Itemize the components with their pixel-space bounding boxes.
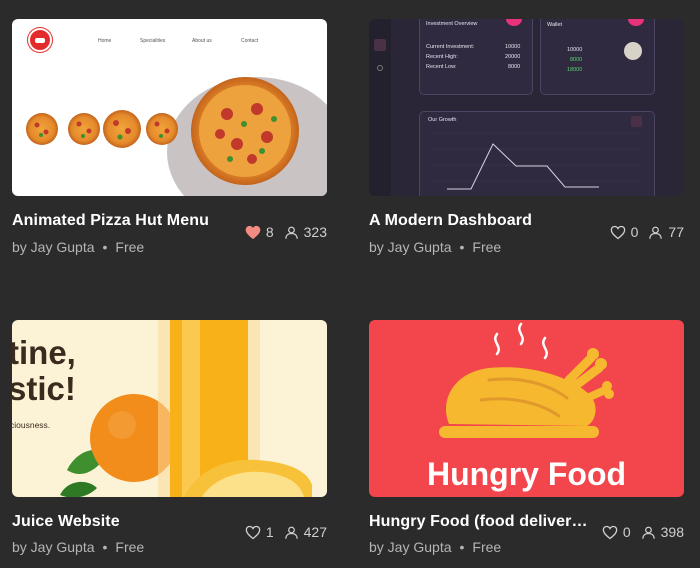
- project-title[interactable]: A Modern Dashboard: [369, 212, 532, 230]
- like-count: 8: [265, 224, 274, 240]
- view-count: 427: [303, 524, 327, 540]
- like-button[interactable]: 1: [245, 524, 274, 540]
- like-button[interactable]: 0: [602, 524, 631, 540]
- project-title[interactable]: Animated Pizza Hut Menu: [12, 212, 209, 230]
- pizza-illustration: [26, 77, 299, 185]
- project-price: Free: [115, 539, 145, 555]
- separator-dot: •: [102, 239, 108, 255]
- view-count: 77: [668, 224, 684, 240]
- project-card[interactable]: Home Specialities About us Contact Anima…: [12, 19, 327, 259]
- project-stats: 8 323: [235, 224, 327, 240]
- like-count: 0: [622, 524, 631, 540]
- project-stats: 1 427: [235, 524, 327, 540]
- project-author[interactable]: by Jay Gupta: [12, 539, 95, 555]
- views-stat: 77: [648, 224, 684, 240]
- like-button[interactable]: 0: [610, 224, 639, 240]
- project-meta: by Jay Gupta • Free: [12, 539, 144, 555]
- heart-icon: [245, 525, 261, 539]
- juice-illustration: [60, 320, 312, 497]
- heart-icon: [245, 225, 261, 239]
- project-meta: by Jay Gupta • Free: [369, 239, 501, 255]
- project-meta: by Jay Gupta • Free: [12, 239, 144, 255]
- like-count: 0: [630, 224, 639, 240]
- project-stats: 0 77: [600, 224, 684, 240]
- project-thumbnail[interactable]: tine, stic! ciousness.: [12, 320, 327, 497]
- project-price: Free: [472, 239, 502, 255]
- separator-dot: •: [459, 239, 465, 255]
- project-title[interactable]: Hungry Food (food deliver…: [369, 513, 588, 531]
- view-count: 398: [660, 524, 684, 540]
- small-pizza-icon: [68, 113, 100, 145]
- views-stat: 323: [284, 224, 327, 240]
- project-thumbnail[interactable]: Investment Overview Current Investment: …: [369, 19, 684, 196]
- heart-icon: [602, 525, 618, 539]
- person-icon: [284, 526, 298, 539]
- views-stat: 427: [284, 524, 327, 540]
- like-count: 1: [265, 524, 274, 540]
- project-stats: 0 398: [592, 524, 684, 540]
- separator-dot: •: [459, 539, 465, 555]
- project-card[interactable]: Investment Overview Current Investment: …: [369, 19, 684, 259]
- small-pizza-icon: [103, 110, 141, 148]
- small-pizza-icon: [26, 113, 58, 145]
- person-icon: [284, 226, 298, 239]
- like-button[interactable]: 8: [245, 224, 274, 240]
- preview-headline: Hungry Food: [426, 456, 627, 492]
- view-count: 323: [303, 224, 327, 240]
- project-thumbnail[interactable]: Hungry Food: [369, 320, 684, 497]
- project-thumbnail[interactable]: Home Specialities About us Contact: [12, 19, 327, 196]
- project-card[interactable]: tine, stic! ciousness. Juice Website by …: [12, 320, 327, 560]
- separator-dot: •: [102, 539, 108, 555]
- project-author[interactable]: by Jay Gupta: [369, 539, 452, 555]
- views-stat: 398: [641, 524, 684, 540]
- project-price: Free: [115, 239, 145, 255]
- person-icon: [641, 526, 655, 539]
- project-price: Free: [472, 539, 502, 555]
- project-meta: by Jay Gupta • Free: [369, 539, 501, 555]
- large-pizza-icon: [191, 77, 299, 185]
- heart-icon: [610, 225, 625, 239]
- person-icon: [649, 226, 663, 239]
- project-title[interactable]: Juice Website: [12, 513, 120, 531]
- project-author[interactable]: by Jay Gupta: [12, 239, 95, 255]
- project-author[interactable]: by Jay Gupta: [369, 239, 452, 255]
- small-pizza-icon: [146, 113, 178, 145]
- project-card[interactable]: Hungry Food Hungry Food (food deliver… b…: [369, 320, 684, 560]
- leaf-icon: [60, 481, 97, 497]
- growth-line-chart: [431, 132, 639, 190]
